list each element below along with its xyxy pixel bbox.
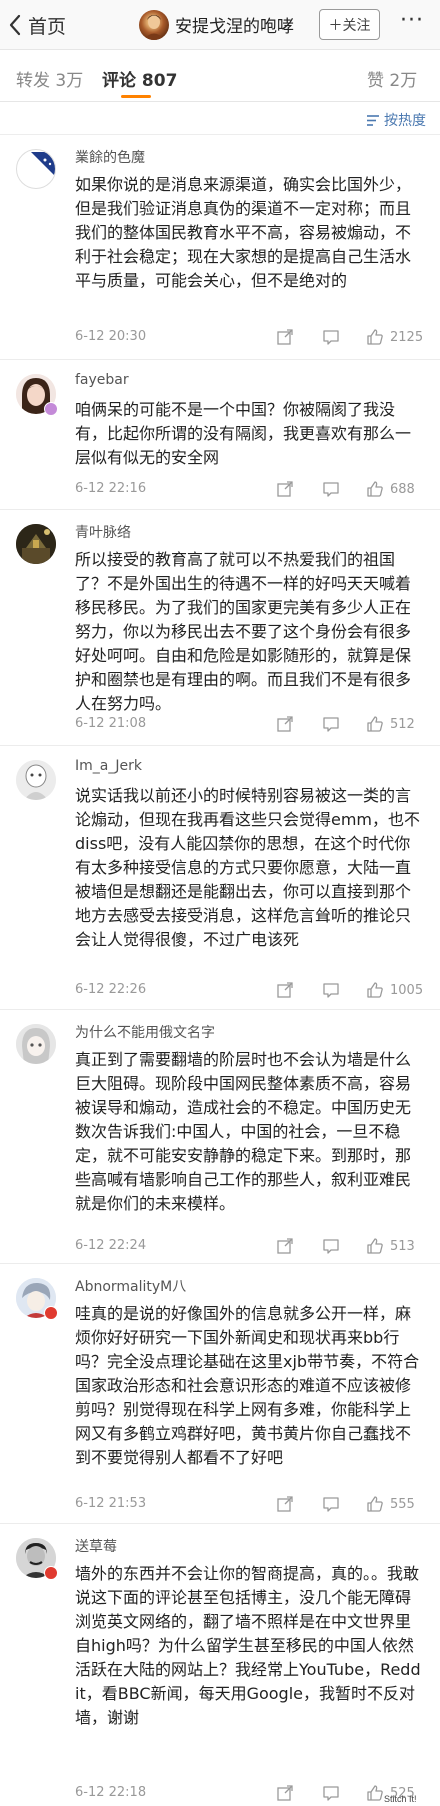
sort-by-popularity-button[interactable]: 按热度 (366, 110, 426, 130)
username[interactable]: AbnormalityM八 (75, 1276, 186, 1296)
share-icon[interactable] (276, 328, 294, 346)
comment-item: Im_a_Jerk 说实话我以前还小的时候特别容易被这一类的言论煽动，但现在我再… (0, 746, 440, 1010)
sort-icon (367, 114, 379, 126)
share-icon[interactable] (276, 1495, 294, 1513)
comment-meta: 6-12 20:30 2125 (0, 326, 440, 350)
comment-meta: 6-12 22:24 513 (0, 1235, 440, 1259)
comment-item: 送草莓 墙外的东西并不会让你的智商提高，真的。。我敢说这下面的评论甚至包括博主，… (0, 1524, 440, 1806)
comment-icon[interactable] (322, 981, 340, 999)
thumbs-up-icon[interactable] (366, 480, 384, 498)
comment-text: 所以接受的教育高了就可以不热爱我们的祖国了？不是外国出生的待遇不一样的好吗天天喊… (75, 550, 412, 713)
like-count: 688 (390, 482, 415, 497)
page-title: 安提戈涅的咆哮 (175, 17, 294, 37)
chevron-left-icon (9, 14, 21, 36)
comment-meta: 6-12 21:53 555 (0, 1493, 440, 1517)
comment-icon[interactable] (322, 328, 340, 346)
comment-item: AbnormalityM八 哇真的是说的好像国外的信息就多公开一样，麻烦你好好研… (0, 1264, 440, 1524)
sort-label: 按热度 (384, 113, 426, 129)
comment-text: 说实话我以前还小的时候特别容易被这一类的言论煽动，但现在我再看这些只会觉得emm… (75, 786, 421, 949)
follow-button[interactable]: ＋关注 (319, 9, 380, 40)
username[interactable]: 青叶脉络 (75, 522, 131, 542)
like-count: 513 (390, 1239, 415, 1254)
tab-comments[interactable]: 评论 807 (102, 66, 177, 91)
thumbs-up-icon[interactable] (366, 981, 384, 999)
comment-icon[interactable] (322, 1784, 340, 1802)
comment-meta: 6-12 22:26 1005 (0, 979, 440, 1003)
username[interactable]: 業餘的色魔 (75, 147, 145, 167)
comment-icon[interactable] (322, 1495, 340, 1513)
comment-icon[interactable] (322, 1237, 340, 1255)
avatar[interactable] (16, 149, 56, 189)
comment-item: fayebar 咱俩呆的可能不是一个中国？你被隔阂了我没有，比起你所谓的没有隔阂… (0, 360, 440, 510)
share-icon[interactable] (276, 1237, 294, 1255)
thumbs-up-icon[interactable] (366, 1495, 384, 1513)
thumbs-up-icon[interactable] (366, 1784, 384, 1802)
timestamp: 6-12 22:24 (75, 1238, 147, 1253)
comment-item: 青叶脉络 所以接受的教育高了就可以不热爱我们的祖国了？不是外国出生的待遇不一样的… (0, 510, 440, 746)
share-icon[interactable] (276, 480, 294, 498)
sort-bar: 按热度 (0, 102, 440, 135)
avatar[interactable] (16, 524, 56, 564)
comment-text: 墙外的东西并不会让你的智商提高，真的。。我敢说这下面的评论甚至包括博主，没几个能… (75, 1564, 421, 1727)
timestamp: 6-12 22:18 (75, 1785, 147, 1800)
comment-text: 真正到了需要翻墙的阶层时也不会认为墙是什么巨大阻碍。现阶段中国网民整体素质不高，… (75, 1050, 412, 1213)
username[interactable]: Im_a_Jerk (75, 758, 142, 774)
avatar[interactable] (16, 760, 56, 800)
timestamp: 6-12 20:30 (75, 329, 147, 344)
like-count: 555 (390, 1497, 415, 1512)
like-count: 1005 (390, 983, 424, 998)
tab-repost[interactable]: 转发 3万 (16, 66, 83, 91)
comment-text: 哇真的是说的好像国外的信息就多公开一样，麻烦你好好研究一下国外新闻史和现状再来b… (75, 1304, 420, 1467)
comment-text: 咱俩呆的可能不是一个中国？你被隔阂了我没有，比起你所谓的没有隔阂，我更喜欢有那么… (75, 400, 412, 467)
comment-text: 如果你说的是消息来源渠道，确实会比国外少，但是我们验证消息真伪的渠道不一定对称；… (75, 175, 412, 290)
more-options-button[interactable]: ··· (392, 10, 432, 39)
like-count: 512 (390, 717, 415, 732)
like-count: 2125 (390, 330, 424, 345)
top-nav-bar: 首页 安提戈涅的咆哮 ＋关注 ··· (0, 0, 440, 50)
share-icon[interactable] (276, 715, 294, 733)
comment-meta: 6-12 22:16 688 (0, 478, 440, 502)
tab-bar: 转发 3万 评论 807 赞 2万 (0, 50, 440, 102)
comment-meta: 6-12 21:08 512 (0, 713, 440, 737)
username[interactable]: 送草莓 (75, 1536, 117, 1556)
timestamp: 6-12 21:53 (75, 1496, 147, 1511)
thumbs-up-icon[interactable] (366, 1237, 384, 1255)
username[interactable]: 为什么不能用俄文名字 (75, 1022, 215, 1042)
comment-item: 为什么不能用俄文名字 真正到了需要翻墙的阶层时也不会认为墙是什么巨大阻碍。现阶段… (0, 1010, 440, 1264)
tab-likes[interactable]: 赞 2万 (367, 66, 417, 91)
timestamp: 6-12 21:08 (75, 716, 147, 731)
avatar[interactable] (16, 1024, 56, 1064)
timestamp: 6-12 22:16 (75, 481, 147, 496)
share-icon[interactable] (276, 981, 294, 999)
watermark: Stitch It! (384, 1794, 417, 1804)
timestamp: 6-12 22:26 (75, 982, 147, 997)
author-avatar[interactable] (139, 10, 169, 40)
member-badge-icon (44, 1306, 58, 1320)
thumbs-up-icon[interactable] (366, 328, 384, 346)
thumbs-up-icon[interactable] (366, 715, 384, 733)
username[interactable]: fayebar (75, 372, 129, 388)
active-tab-indicator (121, 95, 151, 98)
share-icon[interactable] (276, 1784, 294, 1802)
verified-badge-icon (44, 402, 58, 416)
back-button[interactable]: 首页 (8, 10, 66, 40)
back-label: 首页 (28, 15, 67, 38)
comment-icon[interactable] (322, 480, 340, 498)
comment-icon[interactable] (322, 715, 340, 733)
member-badge-icon (44, 1566, 58, 1580)
comment-item: 業餘的色魔 如果你说的是消息来源渠道，确实会比国外少，但是我们验证消息真伪的渠道… (0, 135, 440, 360)
comment-meta: 6-12 22:18 525 (0, 1782, 440, 1806)
